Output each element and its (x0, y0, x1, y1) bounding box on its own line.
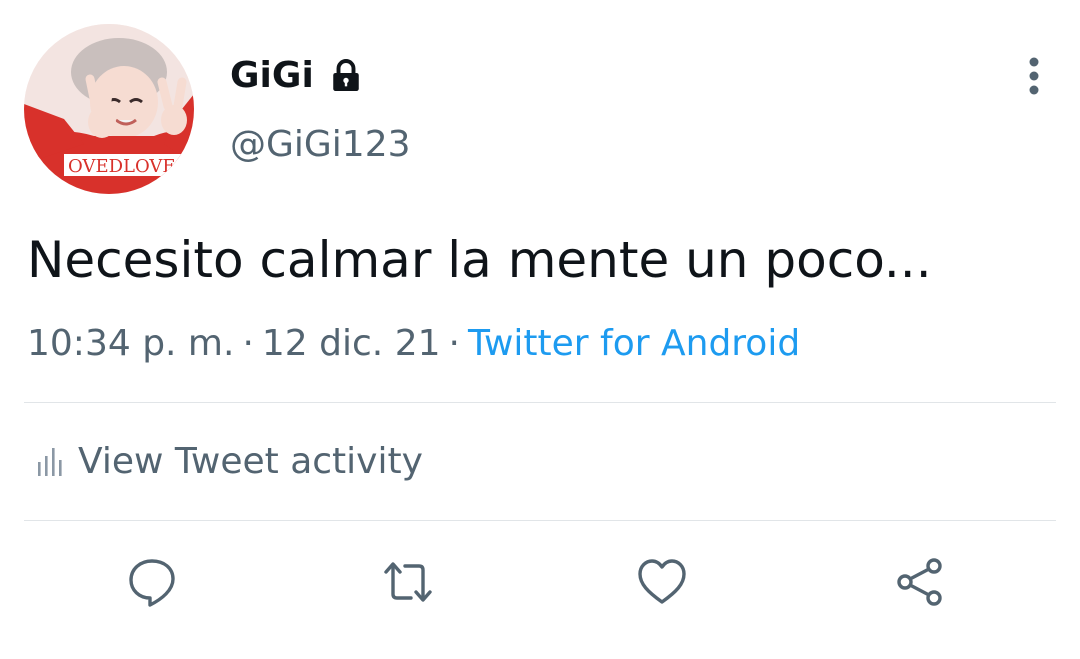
tweet-detail: OVEDLOVE GiGi @GiGi123 Necesito calmar l… (0, 0, 1080, 659)
view-tweet-activity-label: View Tweet activity (78, 441, 423, 482)
divider (24, 402, 1056, 403)
tweet-source-link[interactable]: Twitter for Android (468, 323, 800, 364)
display-name-row[interactable]: GiGi (230, 56, 364, 96)
tweet-text: Necesito calmar la mente un poco... (27, 231, 932, 289)
reply-icon[interactable] (126, 556, 178, 608)
tweet-date[interactable]: 12 dic. 21 (262, 323, 441, 364)
more-options-icon[interactable] (1012, 54, 1056, 98)
avatar-text: OVEDLOVE (68, 156, 176, 177)
avatar[interactable]: OVEDLOVE (24, 24, 194, 194)
retweet-icon[interactable] (382, 556, 434, 608)
display-name[interactable]: GiGi (230, 56, 314, 96)
share-icon[interactable] (894, 556, 946, 608)
view-tweet-activity[interactable]: View Tweet activity (36, 440, 423, 484)
avatar-image: OVEDLOVE (24, 24, 194, 194)
meta-separator: · (448, 323, 460, 364)
bar-chart-icon (38, 448, 62, 476)
divider (24, 520, 1056, 521)
lock-icon (333, 59, 359, 91)
tweet-meta: 10:34 p. m. · 12 dic. 21 · Twitter for Andro… (27, 322, 800, 366)
tweet-time[interactable]: 10:34 p. m. (27, 323, 234, 364)
heart-icon[interactable] (636, 556, 688, 608)
user-handle[interactable]: @GiGi123 (230, 125, 411, 165)
meta-separator: · (242, 323, 254, 364)
